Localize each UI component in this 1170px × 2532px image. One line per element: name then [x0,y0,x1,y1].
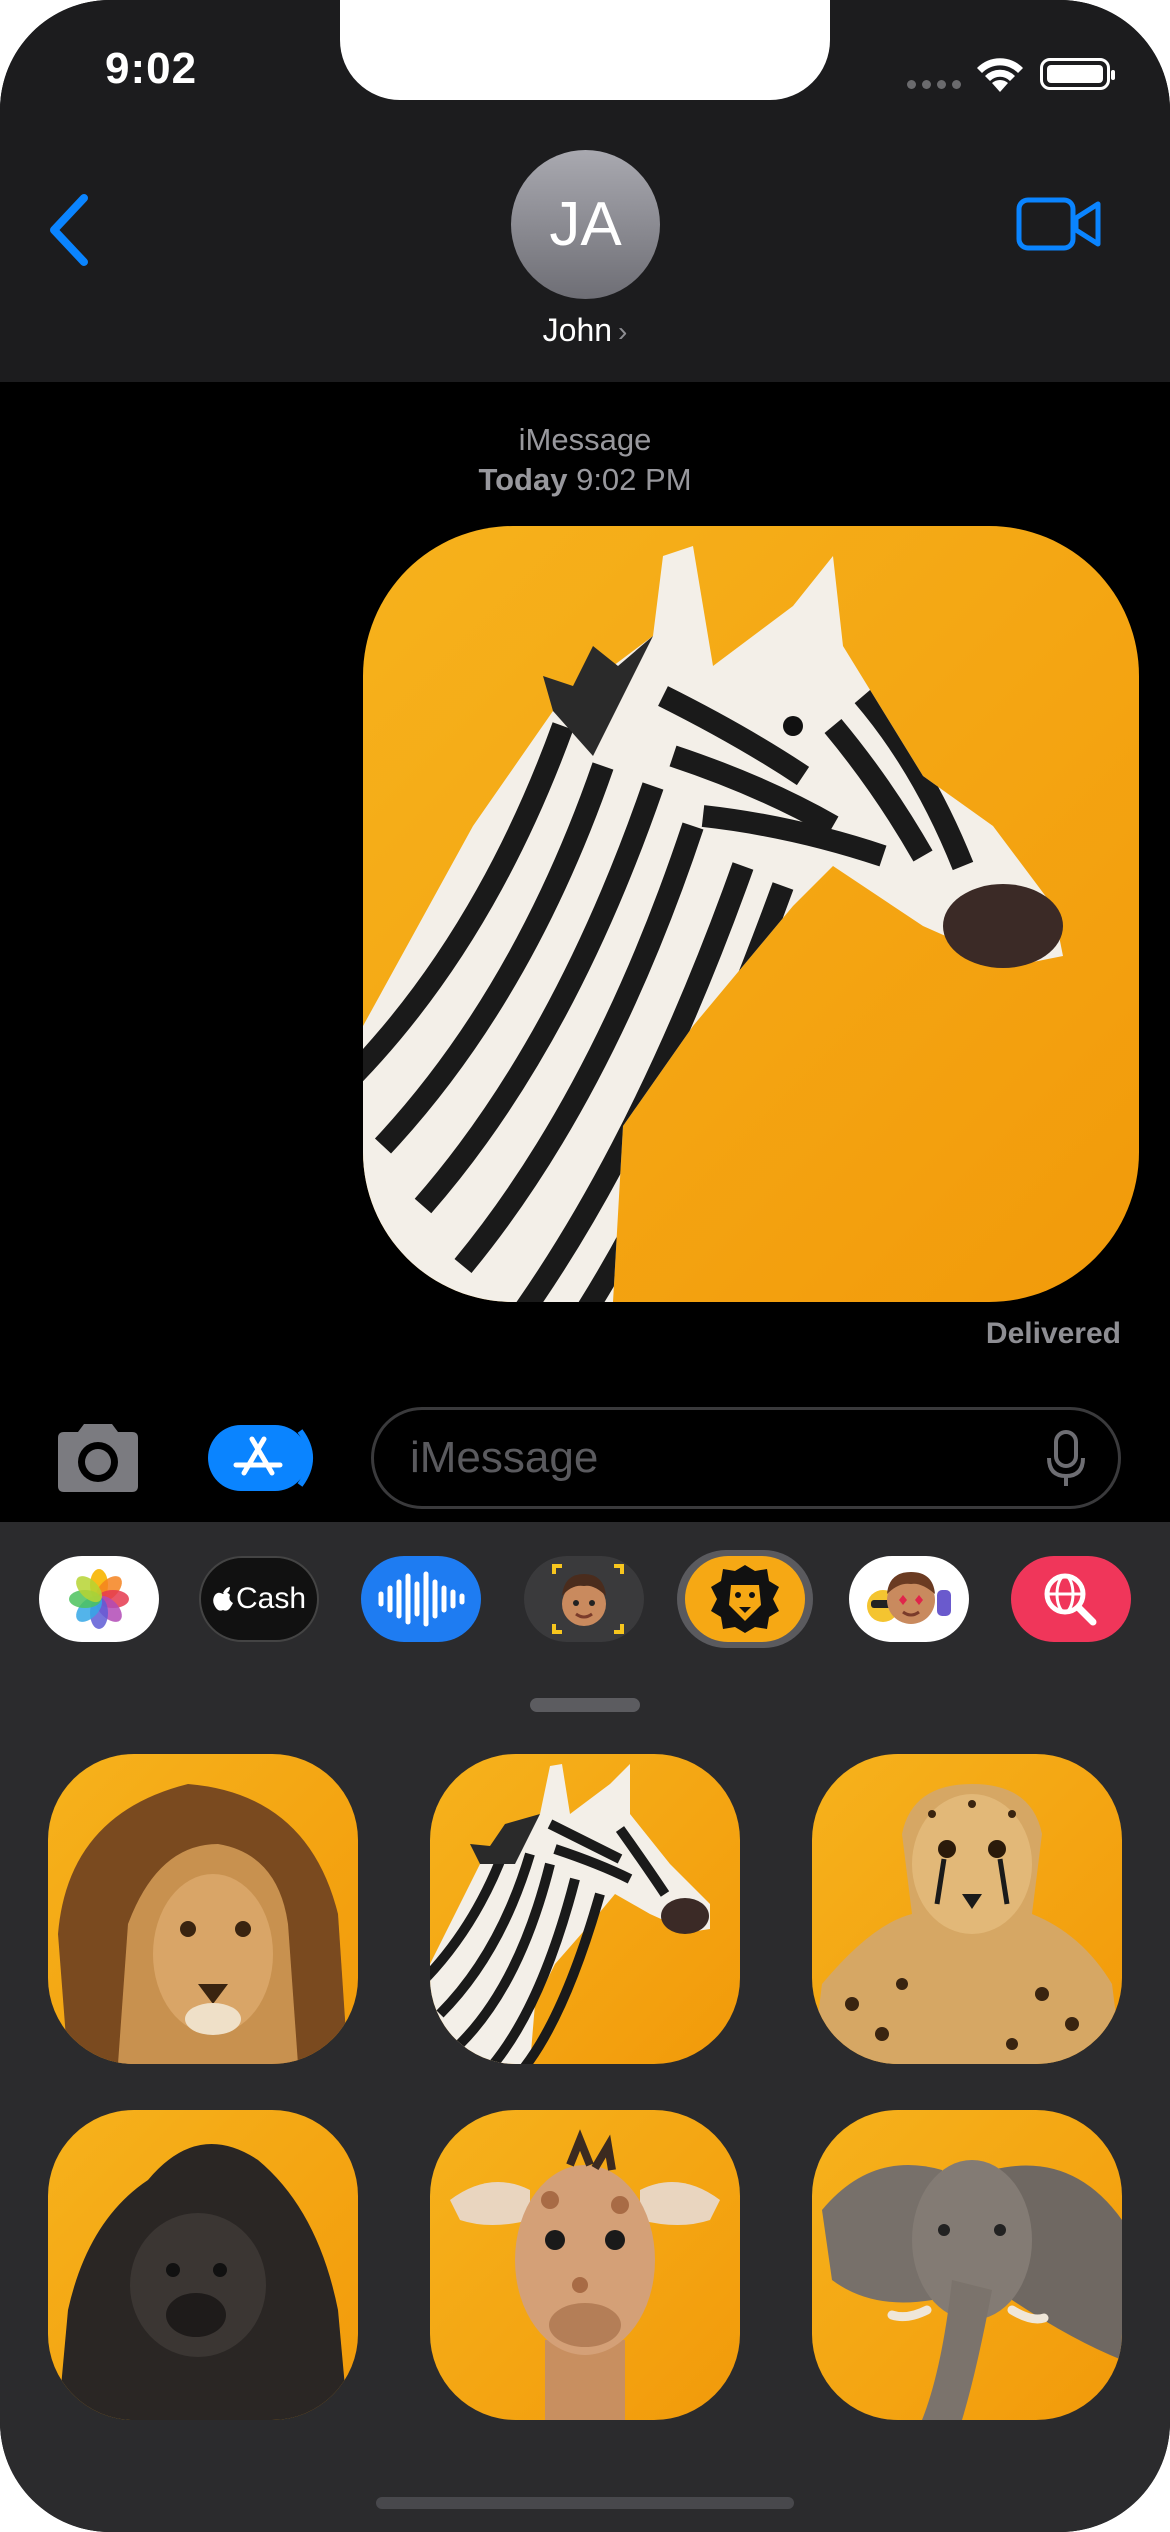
photos-icon [69,1569,129,1629]
giraffe-sticker[interactable] [430,2110,740,2420]
globe-search-icon [1044,1573,1097,1626]
memoji-stickers-app-button[interactable] [849,1556,969,1642]
lion-illustration [58,1784,348,2064]
cheetah-illustration [812,1784,1122,2064]
audio-message-app-button[interactable] [361,1556,481,1642]
notch [340,0,830,100]
app-drawer: Cash [0,1522,1170,2532]
status-time: 9:02 [105,44,198,93]
home-indicator[interactable] [376,2497,794,2509]
zebra-illustration [363,546,1063,1302]
waveform-icon [378,1571,465,1627]
chevron-right-icon: › [618,316,628,347]
memoji-stickers-icon [867,1572,951,1624]
timestamp-time: 9:02 PM [576,462,692,497]
zebra-sticker-message[interactable] [363,526,1139,1302]
elephant-sticker[interactable] [812,2110,1122,2420]
apple-logo-icon [213,1587,233,1611]
delivery-status: Delivered [985,1317,1121,1350]
phone-screen: 9:02 JA John › iMessage Today 9:02 PM De… [0,0,1170,2532]
zebra-illustration [430,1764,710,2064]
header: 9:02 JA John › [0,0,1170,382]
images-search-app-button[interactable] [1011,1556,1131,1642]
contact-name[interactable]: John › [0,312,1170,349]
apple-cash-icon: Cash [201,1558,317,1640]
contact-avatar[interactable]: JA [511,150,660,299]
camera-icon[interactable] [52,1422,144,1494]
elephant-illustration [822,2160,1122,2420]
giraffe-illustration [450,2129,720,2420]
apple-cash-app-button[interactable]: Cash [199,1556,319,1642]
drawer-grabber[interactable] [530,1698,640,1712]
wifi-icon [977,58,1023,92]
gorilla-illustration [58,2144,348,2420]
memoji-icon [524,1556,644,1642]
microphone-icon[interactable] [1046,1430,1086,1488]
lion-sticker[interactable] [48,1754,358,2064]
zebra-sticker[interactable] [430,1754,740,2064]
cheetah-sticker[interactable] [812,1754,1122,2064]
facetime-video-icon[interactable] [1016,196,1102,252]
message-meta: iMessage Today 9:02 PM [0,420,1170,500]
service-label: iMessage [518,422,652,457]
battery-icon [1040,58,1115,90]
message-input[interactable] [371,1407,1121,1509]
contact-name-label: John [542,312,613,348]
animal-stickers-app-button[interactable] [677,1550,813,1648]
lion-icon [711,1565,779,1633]
apple-cash-label: Cash [235,1582,307,1615]
back-chevron-icon[interactable] [40,190,110,270]
app-store-icon[interactable] [208,1425,320,1491]
photos-app-button[interactable] [39,1556,159,1642]
cellular-signal-icon [907,80,963,92]
gorilla-sticker[interactable] [48,2110,358,2420]
memoji-app-button[interactable] [524,1556,644,1642]
timestamp-day: Today [478,462,568,497]
